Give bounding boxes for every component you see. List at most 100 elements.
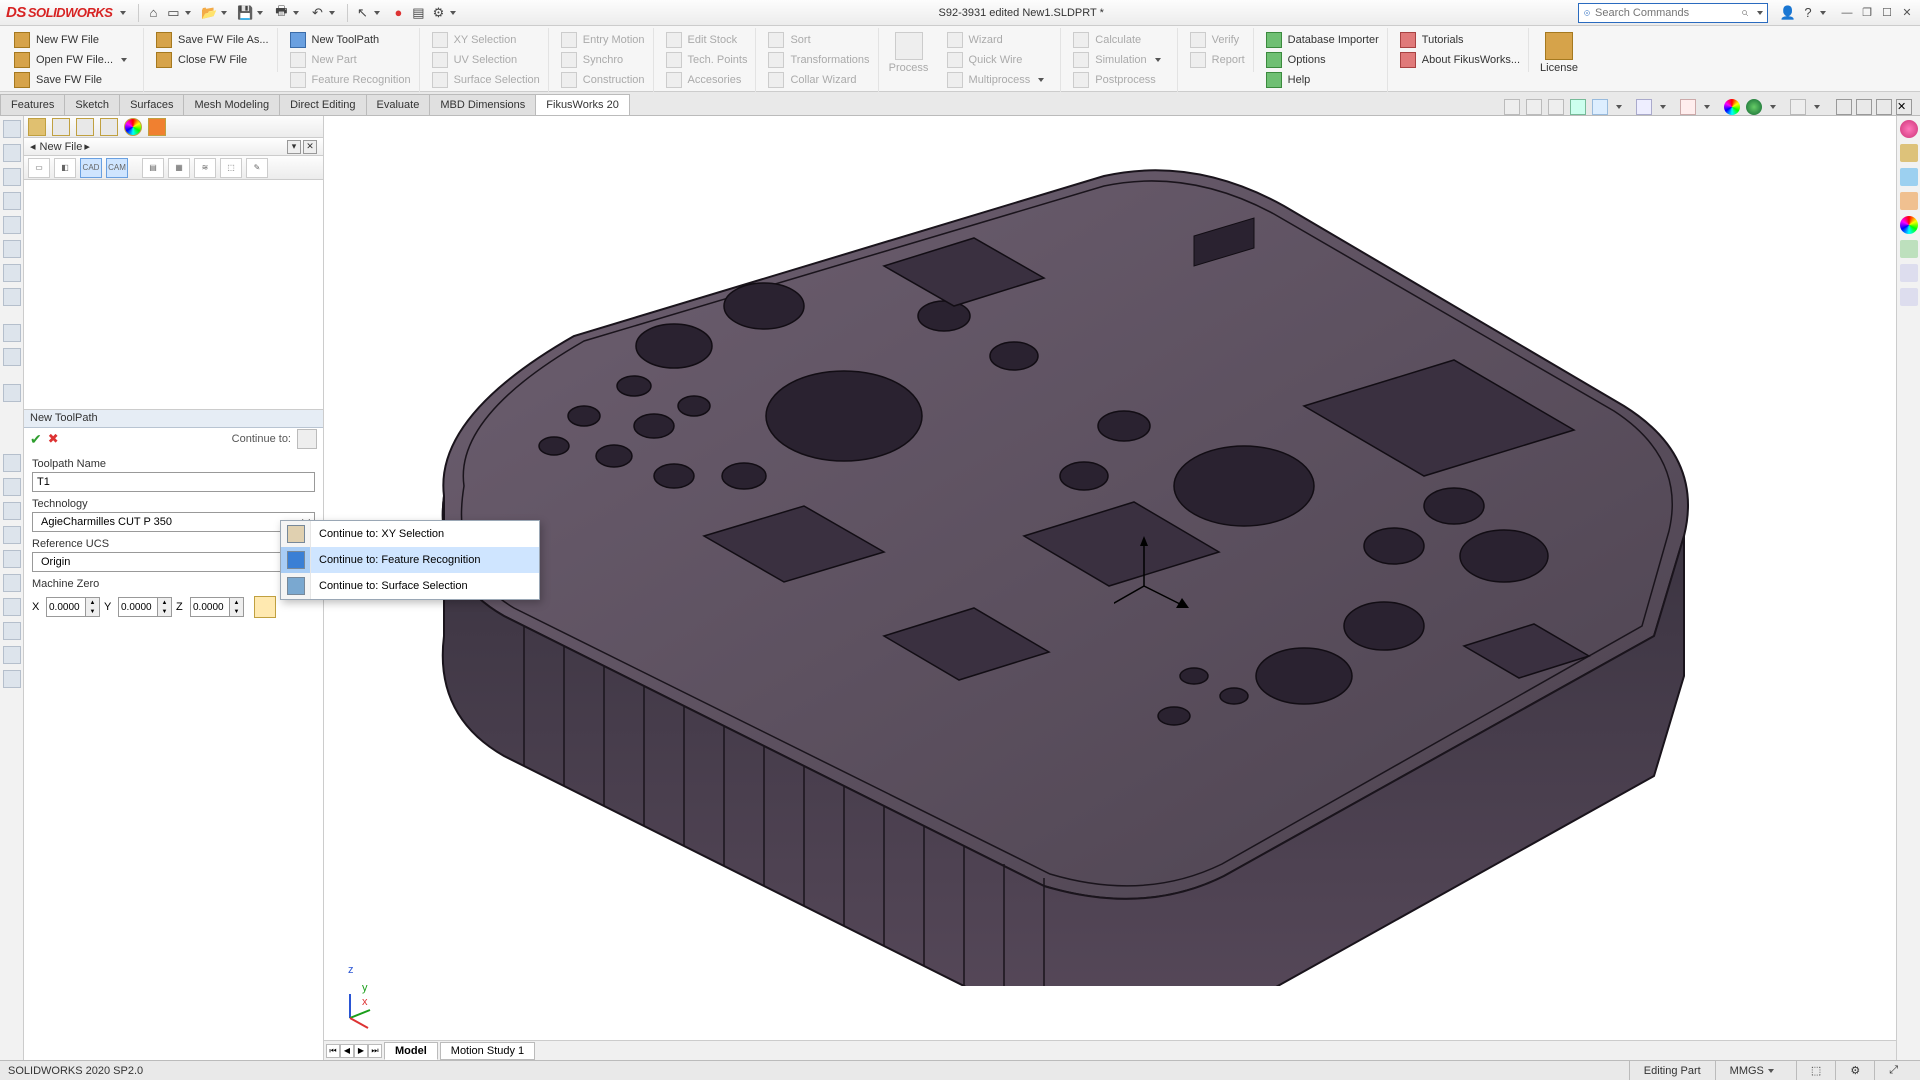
help-dd[interactable] [1820,11,1826,15]
close-panel-icon[interactable]: ✕ [303,140,317,154]
rebuild-icon[interactable]: ● [390,5,406,21]
new-icon[interactable]: ▭ [165,5,181,21]
rail-icon[interactable] [3,264,21,282]
db-importer[interactable]: Database Importer [1262,30,1383,50]
settings-dd[interactable] [450,11,456,15]
save-dd[interactable] [257,11,263,15]
toolpath-name-input[interactable] [32,472,315,492]
rail-icon[interactable] [3,120,21,138]
taskpane-icon[interactable] [1900,168,1918,186]
cam-tree[interactable] [24,180,323,410]
tab-last-icon[interactable]: ⏭ [368,1044,382,1058]
new-fw-file[interactable]: New FW File [10,30,139,50]
cad-toggle[interactable]: CAD [80,158,102,178]
mini-icon[interactable]: ▭ [28,158,50,178]
options-icon[interactable]: ▤ [410,5,426,21]
save-fw-file[interactable]: Save FW File [10,70,139,90]
home-icon[interactable]: ⌂ [145,5,161,21]
search-input[interactable] [1595,7,1737,19]
file-breadcrumb[interactable]: ◂New File▸ ▾✕ [24,138,323,156]
pick-zero-button[interactable] [254,596,276,618]
mz-y-field[interactable] [119,602,157,613]
search-dd[interactable] [1757,11,1763,15]
open-fw-dd[interactable] [121,58,127,62]
viewport[interactable]: zyx ⏮ ◀ ▶ ⏭ Model Motion Study 1 [324,116,1896,1060]
command-tab-sketch[interactable]: Sketch [64,94,120,115]
tab-first-icon[interactable]: ⏮ [326,1044,340,1058]
doc-min-icon[interactable] [1836,99,1852,115]
prev-view-icon[interactable] [1548,99,1564,115]
status-icon[interactable]: ⤢ [1874,1061,1912,1080]
select-dd[interactable] [374,11,380,15]
down-icon[interactable]: ▼ [229,607,243,616]
status-icon[interactable]: ⬚ [1796,1061,1835,1080]
help-icon[interactable]: ? [1800,5,1816,21]
maximize-button[interactable]: ☐ [1880,6,1894,20]
search-icon[interactable] [1741,6,1749,20]
taskpane-icon[interactable] [1900,192,1918,210]
rail-icon[interactable] [3,454,21,472]
minimize-button[interactable]: — [1840,6,1854,20]
close-button[interactable]: ✕ [1900,6,1914,20]
taskpane-icon[interactable] [1900,288,1918,306]
mz-z-field[interactable] [191,602,229,613]
command-tab-evaluate[interactable]: Evaluate [366,94,431,115]
save-icon[interactable]: 💾 [237,5,253,21]
mini-icon[interactable]: ▦ [168,158,190,178]
pt-icon[interactable] [28,118,46,136]
up-icon[interactable]: ▲ [85,598,99,607]
open-icon[interactable]: 📂 [201,5,217,21]
section-icon[interactable] [1570,99,1586,115]
ucs-select[interactable]: Origin [32,552,315,572]
technology-select[interactable]: AgieCharmilles CUT P 350 [32,512,315,532]
ctx-item-1[interactable]: Continue to: Feature Recognition [281,547,539,573]
mini-icon[interactable]: ≋ [194,158,216,178]
command-tab-mesh-modeling[interactable]: Mesh Modeling [183,94,280,115]
user-icon[interactable]: 👤 [1780,5,1796,21]
rail-icon[interactable] [3,670,21,688]
scene-icon[interactable] [1746,99,1762,115]
new-dd[interactable] [185,11,191,15]
mz-y-input[interactable]: ▲▼ [118,597,172,617]
down-icon[interactable]: ▼ [85,607,99,616]
view-orient-icon[interactable] [1592,99,1608,115]
up-icon[interactable]: ▲ [229,598,243,607]
about[interactable]: About FikusWorks... [1396,50,1524,70]
render-icon[interactable] [1790,99,1806,115]
appearance-icon[interactable] [1724,99,1740,115]
rail-icon[interactable] [3,574,21,592]
rail-icon[interactable] [3,646,21,664]
pt-icon[interactable] [124,118,142,136]
save-fw-as[interactable]: Save FW File As... [152,30,272,50]
zoom-area-icon[interactable] [1526,99,1542,115]
command-tab-direct-editing[interactable]: Direct Editing [279,94,366,115]
vo-dd[interactable] [1616,105,1622,109]
settings-icon[interactable]: ⚙ [430,5,446,21]
open-dd[interactable] [221,11,227,15]
status-icon[interactable]: ⚙ [1835,1061,1874,1080]
continue-to-button[interactable] [297,429,317,449]
sc-dd[interactable] [1770,105,1776,109]
doc-restore-icon[interactable] [1876,99,1892,115]
up-icon[interactable]: ▲ [157,598,171,607]
rail-icon[interactable] [3,348,21,366]
mini-icon[interactable]: ✎ [246,158,268,178]
rail-icon[interactable] [3,168,21,186]
rail-icon[interactable] [3,324,21,342]
pin-icon[interactable]: ▾ [287,140,301,154]
search-commands[interactable] [1578,3,1768,23]
command-tab-fikusworks-20[interactable]: FikusWorks 20 [535,94,630,115]
down-icon[interactable]: ▼ [157,607,171,616]
taskpane-icon[interactable] [1900,216,1918,234]
status-units[interactable]: MMGS [1715,1061,1796,1080]
print-dd[interactable] [293,11,299,15]
command-tab-surfaces[interactable]: Surfaces [119,94,184,115]
rn-dd[interactable] [1814,105,1820,109]
tab-next-icon[interactable]: ▶ [354,1044,368,1058]
tab-motion-study[interactable]: Motion Study 1 [440,1042,535,1060]
pt-icon[interactable] [148,118,166,136]
doc-close-icon[interactable]: ✕ [1896,99,1912,115]
tutorials[interactable]: Tutorials [1396,30,1524,50]
tab-prev-icon[interactable]: ◀ [340,1044,354,1058]
rail-icon[interactable] [3,144,21,162]
